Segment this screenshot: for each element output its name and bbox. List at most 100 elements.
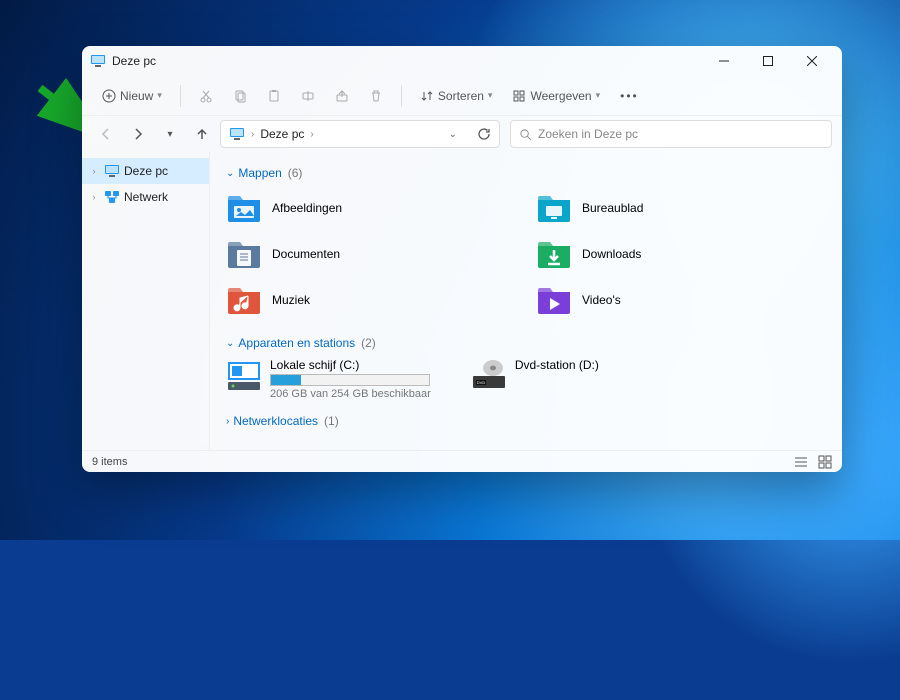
downloads-folder-icon bbox=[536, 238, 572, 270]
copy-icon bbox=[233, 89, 247, 103]
this-pc-icon bbox=[229, 126, 245, 142]
trash-icon bbox=[369, 89, 383, 103]
arrow-up-icon bbox=[195, 127, 209, 141]
folder-label: Documenten bbox=[272, 247, 340, 261]
folder-label: Video's bbox=[582, 293, 621, 307]
folder-item[interactable]: Afbeeldingen bbox=[226, 188, 516, 228]
sort-button[interactable]: Sorteren ▾ bbox=[412, 80, 501, 112]
search-input[interactable]: Zoeken in Deze pc bbox=[510, 120, 832, 148]
paste-button[interactable] bbox=[259, 80, 289, 112]
tiles-view-icon[interactable] bbox=[818, 455, 832, 469]
breadcrumb[interactable]: Deze pc bbox=[260, 127, 304, 141]
cut-button[interactable] bbox=[191, 80, 221, 112]
chevron-down-icon: ⌄ bbox=[226, 168, 234, 179]
drive-sub: 206 GB van 254 GB beschikbaar bbox=[270, 388, 431, 400]
folder-item[interactable]: Downloads bbox=[536, 234, 826, 274]
chevron-down-icon: ▾ bbox=[596, 90, 601, 101]
view-button[interactable]: Weergeven ▾ bbox=[504, 80, 608, 112]
folder-item[interactable]: Video's bbox=[536, 280, 826, 320]
ellipsis-icon: ••• bbox=[620, 89, 639, 103]
dvd-icon: DVD bbox=[471, 358, 507, 394]
chevron-right-icon: › bbox=[226, 416, 229, 427]
sidebar-item-label: Deze pc bbox=[124, 164, 168, 178]
arrow-right-icon bbox=[131, 127, 145, 141]
sidebar-item-label: Netwerk bbox=[124, 190, 168, 204]
chevron-down-icon: ▾ bbox=[157, 90, 162, 101]
chevron-down-icon[interactable]: ⌄ bbox=[449, 129, 457, 140]
more-button[interactable]: ••• bbox=[612, 80, 647, 112]
cut-icon bbox=[199, 89, 213, 103]
section-folders-header[interactable]: ⌄ Mappen (6) bbox=[226, 166, 826, 180]
copy-button[interactable] bbox=[225, 80, 255, 112]
desktop-folder-icon bbox=[536, 192, 572, 224]
back-button[interactable] bbox=[92, 120, 120, 148]
section-network-header[interactable]: › Netwerklocaties (1) bbox=[226, 414, 826, 428]
search-placeholder: Zoeken in Deze pc bbox=[538, 127, 638, 141]
status-count: 9 items bbox=[92, 456, 127, 468]
chevron-right-icon: › bbox=[310, 129, 313, 140]
share-button[interactable] bbox=[327, 80, 357, 112]
videos-folder-icon bbox=[536, 284, 572, 316]
rename-button[interactable] bbox=[293, 80, 323, 112]
section-count: (1) bbox=[324, 414, 339, 428]
recent-button[interactable]: ▾ bbox=[156, 120, 184, 148]
expand-icon[interactable]: › bbox=[88, 192, 100, 202]
music-folder-icon bbox=[226, 284, 262, 316]
chevron-right-icon: › bbox=[251, 129, 254, 140]
network-icon bbox=[104, 189, 120, 205]
maximize-button[interactable] bbox=[746, 46, 790, 76]
file-explorer-window: Deze pc Nieuw ▾ Sorteren ▾ Weergeven bbox=[82, 46, 842, 472]
share-icon bbox=[335, 89, 349, 103]
up-button[interactable] bbox=[188, 120, 216, 148]
hdd-icon bbox=[226, 358, 262, 394]
section-title: Apparaten en stations bbox=[238, 336, 355, 350]
drive-usage-bar bbox=[270, 374, 430, 386]
section-devices-header[interactable]: ⌄ Apparaten en stations (2) bbox=[226, 336, 826, 350]
plus-circle-icon bbox=[102, 89, 116, 103]
section-count: (2) bbox=[361, 336, 376, 350]
navigation-row: ▾ › Deze pc › ⌄ Zoeken in Deze pc bbox=[82, 116, 842, 152]
new-label: Nieuw bbox=[120, 89, 153, 103]
close-button[interactable] bbox=[790, 46, 834, 76]
this-pc-icon bbox=[104, 163, 120, 179]
pictures-folder-icon bbox=[226, 192, 262, 224]
search-icon bbox=[519, 128, 532, 141]
drive-item[interactable]: DVDDvd-station (D:) bbox=[471, 358, 599, 400]
minimize-button[interactable] bbox=[702, 46, 746, 76]
section-title: Netwerklocaties bbox=[233, 414, 318, 428]
sort-icon bbox=[420, 89, 434, 103]
address-bar[interactable]: › Deze pc › ⌄ bbox=[220, 120, 500, 148]
toolbar-divider bbox=[180, 85, 181, 107]
forward-button[interactable] bbox=[124, 120, 152, 148]
drive-item[interactable]: Lokale schijf (C:)206 GB van 254 GB besc… bbox=[226, 358, 431, 400]
folder-label: Downloads bbox=[582, 247, 641, 261]
svg-text:DVD: DVD bbox=[477, 380, 486, 385]
delete-button[interactable] bbox=[361, 80, 391, 112]
folder-label: Bureaublad bbox=[582, 201, 643, 215]
expand-icon[interactable]: › bbox=[88, 166, 100, 176]
chevron-down-icon: ▾ bbox=[167, 129, 172, 140]
sidebar: › Deze pc › Netwerk bbox=[82, 152, 210, 450]
details-view-icon[interactable] bbox=[794, 455, 808, 469]
main-content: ⌄ Mappen (6) Afbeeldingen Bureaublad Docum… bbox=[210, 152, 842, 450]
section-count: (6) bbox=[288, 166, 303, 180]
folder-item[interactable]: Muziek bbox=[226, 280, 516, 320]
sidebar-item-this-pc[interactable]: › Deze pc bbox=[82, 158, 209, 184]
chevron-down-icon: ⌄ bbox=[226, 338, 234, 349]
arrow-left-icon bbox=[99, 127, 113, 141]
paste-icon bbox=[267, 89, 281, 103]
new-button[interactable]: Nieuw ▾ bbox=[94, 80, 170, 112]
view-label: Weergeven bbox=[530, 89, 591, 103]
statusbar: 9 items bbox=[82, 450, 842, 472]
folder-item[interactable]: Documenten bbox=[226, 234, 516, 274]
section-title: Mappen bbox=[238, 166, 281, 180]
toolbar-divider bbox=[401, 85, 402, 107]
folder-item[interactable]: Bureaublad bbox=[536, 188, 826, 228]
window-title: Deze pc bbox=[112, 54, 156, 68]
view-icon bbox=[512, 89, 526, 103]
folder-label: Afbeeldingen bbox=[272, 201, 342, 215]
sidebar-item-network[interactable]: › Netwerk bbox=[82, 184, 209, 210]
titlebar[interactable]: Deze pc bbox=[82, 46, 842, 76]
sort-label: Sorteren bbox=[438, 89, 484, 103]
refresh-icon[interactable] bbox=[477, 127, 491, 141]
